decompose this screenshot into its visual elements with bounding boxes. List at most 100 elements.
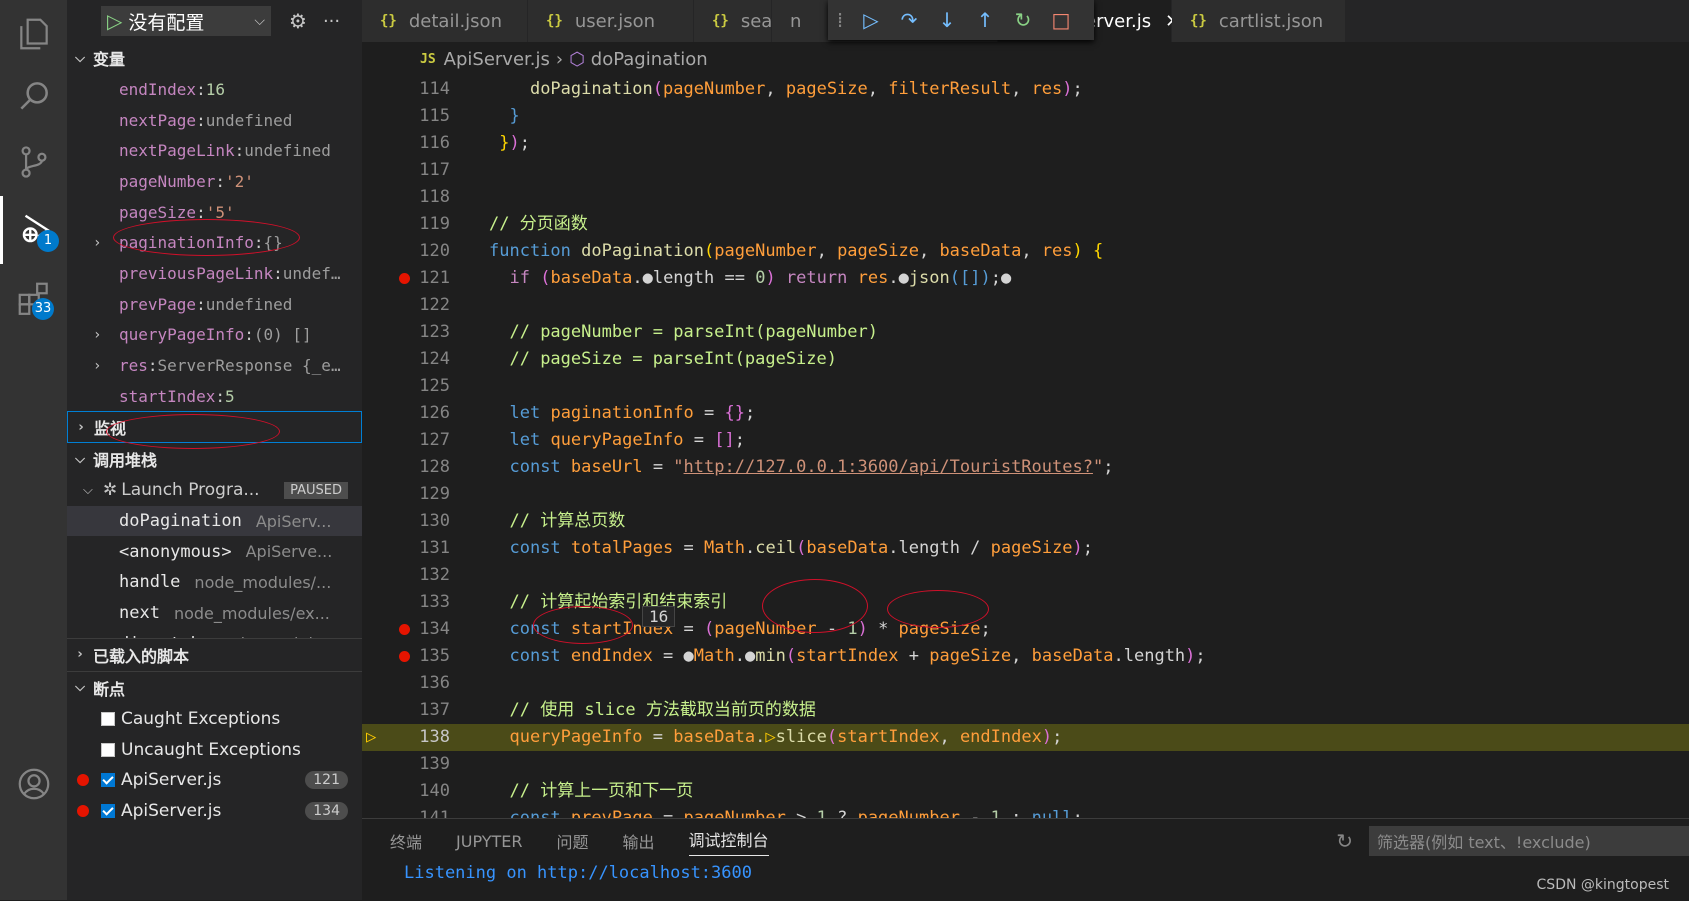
panel-tab[interactable]: 终端 bbox=[390, 829, 422, 853]
code-editor[interactable]: 114 doPagination(pageNumber, pageSize, f… bbox=[362, 76, 1689, 818]
breakpoint-row[interactable]: Caught Exceptions bbox=[67, 704, 362, 735]
code-line-115: 115 } bbox=[419, 106, 520, 126]
breadcrumb: JS ApiServer.js › ⬡ doPagination bbox=[362, 42, 1689, 76]
code-line-132: 132 bbox=[419, 565, 450, 585]
variable-row[interactable]: previousPageLink: undef… bbox=[67, 258, 362, 289]
stack-frame-function: dispatch bbox=[119, 634, 201, 638]
stack-frame-function: <anonymous> bbox=[119, 541, 232, 562]
thread-row[interactable]: ⌵ ✲ Launch Progra... PAUSED bbox=[67, 475, 362, 506]
step-out-icon[interactable]: ↑ bbox=[966, 8, 1004, 32]
variable-row[interactable]: nextPage: undefined bbox=[67, 105, 362, 136]
step-into-icon[interactable]: ↓ bbox=[928, 8, 966, 32]
panel-tab[interactable]: JUPYTER bbox=[456, 832, 523, 851]
variable-row[interactable]: pageNumber: '2' bbox=[67, 166, 362, 197]
restart-icon[interactable]: ↻ bbox=[1004, 8, 1042, 32]
chevron-down-icon[interactable]: ⌵ bbox=[254, 13, 265, 29]
variable-row[interactable]: startIndex: 5 bbox=[67, 381, 362, 411]
code-line-119: 119// 分页函数 bbox=[419, 214, 588, 234]
variable-separator: : bbox=[196, 79, 206, 99]
callstack-frames: doPagination ApiServ... <anonymous> ApiServ… bbox=[67, 505, 362, 638]
thread-name: Launch Progra... bbox=[121, 480, 260, 501]
gear-icon[interactable]: ⚙ bbox=[289, 9, 307, 33]
launch-config-label: 没有配置 bbox=[128, 11, 205, 34]
breakpoint-line-badge: 121 bbox=[305, 771, 348, 790]
stack-frame[interactable]: next node_modules/ex... bbox=[67, 598, 362, 629]
more-icon[interactable]: ··· bbox=[323, 11, 340, 32]
source-control-icon[interactable] bbox=[0, 128, 67, 196]
variable-name: queryPageInfo bbox=[119, 325, 245, 345]
breakpoint-checkbox[interactable] bbox=[101, 712, 115, 727]
code-line-121: 121 if (baseData.●length == 0) return re… bbox=[362, 265, 1689, 292]
stack-frame-function: handle bbox=[119, 572, 181, 593]
search-icon[interactable] bbox=[0, 62, 67, 130]
breakpoints-header[interactable]: ⌵ 断点 bbox=[67, 670, 362, 704]
launch-config-select[interactable]: ▷ 没有配置 ⌵ bbox=[101, 6, 271, 36]
run-debug-icon[interactable]: 1 bbox=[0, 196, 67, 264]
variable-separator: : bbox=[147, 356, 158, 376]
drag-handle-icon[interactable]: ⁞ bbox=[828, 8, 852, 32]
panel-tab[interactable]: 输出 bbox=[623, 829, 655, 853]
activity-bar: 1 33 bbox=[0, 0, 67, 900]
variable-name: nextPage bbox=[119, 110, 197, 130]
breakpoint-checkbox[interactable] bbox=[101, 742, 115, 757]
variables-header[interactable]: ⌵ 变量 bbox=[67, 42, 362, 74]
breakpoint-checkbox[interactable] bbox=[101, 804, 115, 819]
variable-row[interactable]: prevPage: undefined bbox=[67, 289, 362, 320]
editor-tab[interactable]: {} sea bbox=[694, 0, 772, 42]
code-line-141: 141 const prevPage = pageNumber > 1 ? pa… bbox=[419, 808, 1083, 818]
chevron-right-icon[interactable]: › bbox=[93, 358, 119, 374]
variable-row[interactable]: › res: ServerResponse {_e… bbox=[67, 350, 362, 381]
breakpoint-row[interactable]: ApiServer.js 121 bbox=[67, 765, 362, 796]
refresh-icon[interactable]: ↻ bbox=[1336, 829, 1353, 853]
stack-frame[interactable]: handle node_modules/... bbox=[67, 567, 362, 598]
tab-label: sea bbox=[740, 10, 773, 32]
account-icon[interactable] bbox=[0, 750, 67, 818]
play-icon[interactable]: ▷ bbox=[107, 9, 122, 33]
breakpoint-dot-icon bbox=[77, 805, 89, 818]
breadcrumb-symbol[interactable]: doPagination bbox=[591, 49, 708, 70]
code-line-129: 129 bbox=[419, 484, 450, 504]
stack-frame[interactable]: dispatch node_modul... bbox=[67, 628, 362, 638]
code-line-130: 130 // 计算总页数 bbox=[419, 511, 626, 531]
code-line-125: 125 bbox=[419, 376, 450, 396]
editor-tab[interactable]: {} user.json bbox=[528, 0, 694, 42]
breakpoint-row[interactable]: ApiServer.js 134 bbox=[67, 796, 362, 827]
breakpoint-row[interactable]: Uncaught Exceptions bbox=[67, 734, 362, 765]
bug-icon: ✲ bbox=[103, 480, 118, 501]
explorer-icon[interactable] bbox=[0, 0, 67, 68]
callstack-title: 调用堆栈 bbox=[93, 451, 158, 470]
variable-separator: : bbox=[244, 325, 254, 345]
loaded-scripts-header[interactable]: › 已载入的脚本 bbox=[67, 637, 362, 671]
debug-badge: 1 bbox=[37, 230, 59, 252]
extensions-icon[interactable]: 33 bbox=[0, 264, 67, 332]
variable-value: (0) [] bbox=[253, 325, 312, 345]
variables-title: 变量 bbox=[93, 50, 126, 69]
variable-value: undefined bbox=[205, 110, 293, 130]
chevron-down-icon: ⌵ bbox=[75, 680, 85, 696]
variable-separator: : bbox=[273, 263, 283, 283]
stop-icon[interactable]: □ bbox=[1042, 8, 1080, 32]
panel-tab[interactable]: 问题 bbox=[557, 829, 589, 853]
filter-input[interactable]: 筛选器(例如 text、!exclude) bbox=[1369, 826, 1689, 856]
stack-frame-file: ApiServe... bbox=[245, 542, 333, 562]
breadcrumb-file[interactable]: ApiServer.js bbox=[444, 49, 550, 70]
stack-frame-file: node_modules/... bbox=[194, 572, 332, 592]
panel-tab[interactable]: 调试控制台 bbox=[688, 827, 769, 856]
code-line-126: 126 let paginationInfo = {}; bbox=[419, 403, 756, 423]
variable-row[interactable]: › queryPageInfo: (0) [] bbox=[67, 320, 362, 351]
code-line-116: 116 }); bbox=[419, 133, 530, 153]
step-over-icon[interactable]: ↷ bbox=[890, 8, 928, 32]
stack-frame[interactable]: <anonymous> ApiServe... bbox=[67, 536, 362, 567]
editor-tab[interactable]: {} detail.json bbox=[362, 0, 528, 42]
breakpoint-label: ApiServer.js bbox=[121, 801, 222, 822]
variable-row[interactable]: nextPageLink: undefined bbox=[67, 135, 362, 166]
code-line-128: 128 const baseUrl = "http://127.0.0.1:36… bbox=[419, 457, 1114, 477]
continue-icon[interactable]: ▷ bbox=[852, 8, 890, 32]
code-line-122: 122 bbox=[419, 295, 450, 315]
stack-frame[interactable]: doPagination ApiServ... bbox=[67, 505, 362, 537]
editor-tab[interactable]: {} cartlist.json bbox=[1172, 0, 1346, 42]
chevron-right-icon[interactable]: › bbox=[93, 327, 119, 343]
variable-value: ServerResponse {_e… bbox=[157, 356, 341, 376]
variable-row[interactable]: endIndex: 16 bbox=[67, 74, 362, 105]
breakpoint-checkbox[interactable] bbox=[101, 773, 115, 788]
